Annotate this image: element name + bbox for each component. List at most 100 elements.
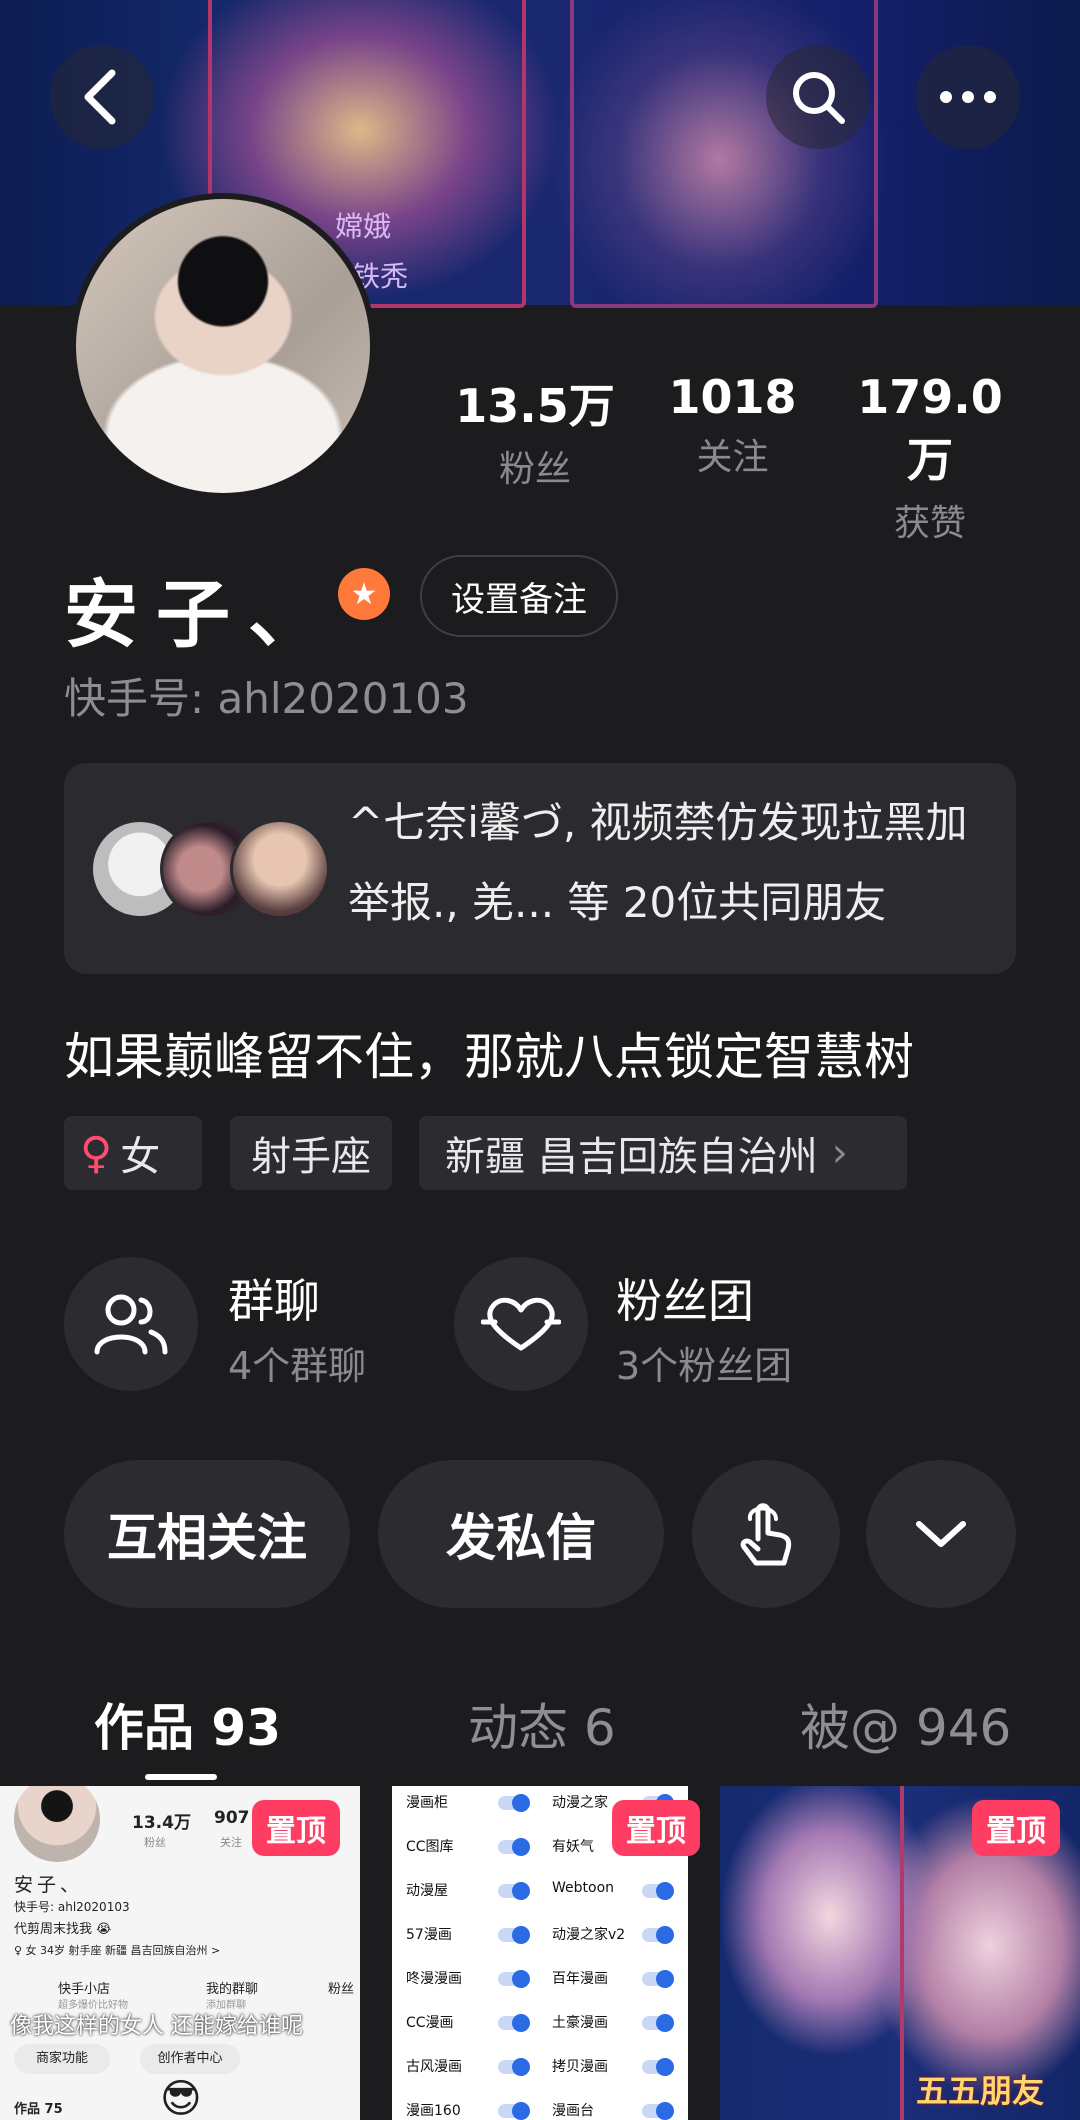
expand-button[interactable] [866,1460,1016,1608]
search-icon [793,72,845,124]
mutual-friends-text: ^七奈i馨づ, 视频禁仿发现拉黑加举报., 羌... 等 20位共同朋友 [348,798,968,927]
t2-right-label: 漫画台 [552,2103,594,2119]
stat-likes[interactable]: 179.0万 获赞 [840,370,1020,546]
t2-left-label: CC漫画 [406,2015,454,2031]
chevron-down-icon [916,1521,966,1547]
poke-button[interactable] [692,1460,840,1608]
more-icon [940,91,996,103]
t1-fan: 粉丝 [328,1982,355,1997]
t3-caption: 五五朋友 [916,2072,1045,2110]
toggle-switch [642,2058,674,2076]
toggle-switch [498,2014,530,2032]
tag-zodiac: 射手座 [230,1116,392,1190]
mutual-follow-button[interactable]: 互相关注 [64,1460,350,1608]
pinned-badge-1: 置顶 [252,1800,340,1856]
toggle-switch [642,1926,674,1944]
toggle-switch [642,2102,674,2120]
toggle-switch [498,1926,530,1944]
t1-overlay-caption: 像我这样的女人 还能嫁给谁呢 [10,2014,303,2039]
t1-tags: ♀ 女 34岁 射手座 新疆 昌吉回族自治州 > [14,1944,221,1957]
star-badge-icon: ★ [338,568,390,620]
stat-fans-value: 13.5万 [455,379,615,433]
toggle-switch [642,2014,674,2032]
bio: 如果巅峰留不住，那就八点锁定智慧树 [64,1028,914,1086]
tab-moments[interactable]: 动态 6 [468,1688,616,1760]
group-chat-entry[interactable]: 群聊 4个群聊 [64,1257,464,1391]
send-message-button[interactable]: 发私信 [378,1460,664,1608]
t2-left-label: CC图库 [406,1839,454,1855]
group-chat-icon [64,1257,198,1391]
stat-fans[interactable]: 13.5万 粉丝 [455,370,615,492]
stat-following-value: 1018 [668,370,797,424]
stat-following[interactable]: 1018 关注 [660,370,805,480]
tap-hand-icon [740,1503,792,1566]
female-icon: ♀ [80,1127,113,1179]
fan-club-entry[interactable]: 粉丝团 3个粉丝团 [454,1257,854,1391]
toggle-switch [498,2102,530,2120]
banner-text-1: 嫦娥 [335,210,392,243]
tag-gender-label: 女 [120,1134,161,1180]
pinned-badge-2: 置顶 [612,1800,700,1856]
fan-club-sub: 3个粉丝团 [616,1344,793,1388]
t2-left-label: 57漫画 [406,1927,452,1943]
t2-right-label: 土豪漫画 [552,2015,608,2031]
t1-btn1: 商家功能 [14,2044,110,2074]
t1-id: 快手号: ahl2020103 [14,1900,130,1914]
t1-bio: 代剪周末找我 😭 [14,1922,112,1937]
fan-club-icon [454,1257,588,1391]
toggle-switch [498,1794,530,1812]
toggle-switch [642,1882,674,1900]
t2-right-label: Webtoon [552,1880,615,1896]
mutual-friends-card[interactable]: ^七奈i馨づ, 视频禁仿发现拉黑加举报., 羌... 等 20位共同朋友 [64,763,1016,974]
t2-left-label: 动漫屋 [406,1883,448,1899]
kuaishou-id: 快手号: ahl2020103 [64,674,469,723]
t1-shop: 快手小店 [58,1982,111,1997]
t2-left-label: 咚漫漫画 [406,1971,462,1987]
stat-likes-label: 获赞 [893,503,966,544]
t1-follow-label: 关注 [220,1836,242,1849]
chevron-right-icon: › [831,1130,848,1176]
set-remark-button[interactable]: 设置备注 [420,555,618,637]
t2-right-label: 动漫之家 [552,1795,608,1811]
tag-location-label: 新疆 昌吉回族自治州 [445,1134,818,1180]
t2-left-label: 漫画柜 [406,1795,448,1811]
t2-right-label: 百年漫画 [552,1971,608,1987]
mutual-avatar-3 [230,819,330,919]
tag-location[interactable]: 新疆 昌吉回族自治州 › [419,1116,907,1190]
tag-gender: ♀ 女 [64,1116,202,1190]
toggle-switch [498,2058,530,2076]
t1-works: 作品 75 [14,2102,63,2117]
t2-left-label: 古风漫画 [406,2059,462,2075]
t1-fans: 13.4万 [132,1813,191,1833]
more-button[interactable] [916,45,1020,149]
back-button[interactable] [50,45,154,149]
stat-fans-label: 粉丝 [498,449,571,490]
pinned-badge-3: 置顶 [972,1800,1060,1856]
t2-right-label: 拷贝漫画 [552,2059,608,2075]
fan-club-title: 粉丝团 [616,1274,754,1328]
avatar[interactable] [70,193,376,499]
group-chat-title: 群聊 [228,1274,320,1328]
t1-group: 我的群聊 [206,1982,259,1997]
tab-indicator [145,1774,217,1780]
group-chat-sub: 4个群聊 [228,1344,367,1388]
t2-right-label: 动漫之家v2 [552,1927,626,1943]
stat-likes-value: 179.0万 [857,370,1003,487]
t1-follow: 907 [214,1808,250,1828]
search-button[interactable] [766,45,870,149]
stat-following-label: 关注 [696,437,769,478]
t2-right-label: 有妖气 [552,1839,594,1855]
t1-fans-label: 粉丝 [144,1836,166,1849]
back-icon [84,69,116,125]
toggle-switch [498,1970,530,1988]
toggle-switch [642,1970,674,1988]
tab-mentioned[interactable]: 被@ 946 [800,1688,1011,1760]
t2-left-label: 漫画160 [406,2103,461,2119]
tab-works[interactable]: 作品 93 [94,1688,281,1760]
toggle-switch [498,1838,530,1856]
t1-name: 安子、 [14,1874,84,1896]
t1-btn2: 创作者中心 [140,2044,240,2074]
profile-name: 安子、 [64,572,340,658]
sunglasses-emoji-icon: 😎 [160,2076,202,2120]
toggle-switch [498,1882,530,1900]
